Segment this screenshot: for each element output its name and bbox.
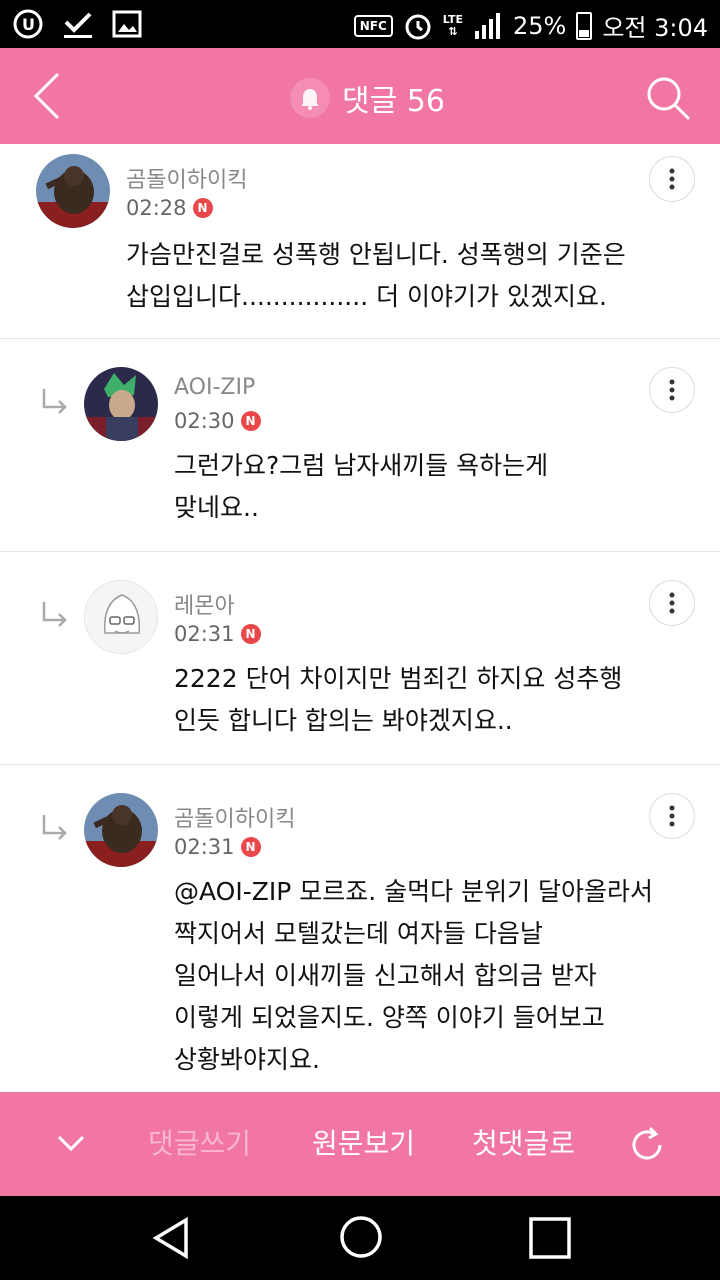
time-text: 02:31 (174, 835, 235, 859)
system-nav-bar (0, 1196, 720, 1280)
reply-arrow-icon (42, 815, 67, 840)
reply-arrow-icon (42, 389, 67, 414)
signal-icon (474, 12, 500, 39)
comment-time: 02:31 N (174, 622, 261, 646)
comment-time: 02:31 N (174, 835, 261, 859)
comment-item: AOI-ZIP 02:30 N 그런가요?그럼 남자새끼들 욕하는게 맞네요.. (0, 339, 720, 552)
status-bar: U NFC LTE ⇅ 25% 오전 3:04 (0, 0, 720, 48)
avatar[interactable] (84, 580, 158, 654)
comment-item: 곰돌이하이킥 02:28 N 가슴만진걸로 성폭행 안됩니다. 성폭행의 기준은… (0, 144, 720, 339)
comment-line: 짝지어서 모텔갔는데 여자들 다음날 (174, 919, 543, 948)
comment-line: @AOI-ZIP 모르죠. 술먹다 분위기 달아올라서 (174, 877, 654, 906)
comment-author[interactable]: 곰돌이하이킥 (126, 162, 247, 194)
more-vert-icon (669, 592, 675, 614)
back-nav-icon[interactable] (150, 1216, 192, 1260)
comment-author[interactable]: 곰돌이하이킥 (174, 801, 295, 833)
back-arrow-icon[interactable] (28, 70, 68, 122)
comment-body: 2222 단어 차이지만 범죄긴 하지요 성추행 인듯 합니다 합의는 봐야겠지… (174, 658, 622, 742)
app-bar: 댓글 56 (0, 48, 720, 144)
comment-line: 2222 단어 차이지만 범죄긴 하지요 성추행 (174, 664, 623, 693)
new-badge: N (192, 198, 213, 218)
image-icon (112, 10, 142, 38)
time-text: 02:30 (174, 409, 235, 433)
comment-body: @AOI-ZIP 모르죠. 술먹다 분위기 달아올라서 짝지어서 모텔갔는데 여… (174, 871, 653, 1081)
comment-line: 인듯 합니다 합의는 봐야겠지요.. (174, 706, 513, 735)
battery-percent: 25% (512, 11, 567, 40)
comment-body: 가슴만진걸로 성폭행 안됩니다. 성폭행의 기준은 삽입입니다.........… (126, 234, 626, 318)
battery-icon (576, 11, 593, 40)
bell-icon[interactable] (290, 78, 330, 118)
clock: 오전 3:04 (602, 14, 708, 42)
comment-line: 그런가요?그럼 남자새끼들 욕하는게 (174, 451, 549, 480)
comment-line: 일어나서 이새끼들 신고해서 합의금 받자 (174, 961, 597, 990)
time-text: 02:31 (174, 622, 235, 646)
more-options-button[interactable] (649, 793, 695, 839)
nfc-icon: NFC (353, 14, 393, 37)
comment-line: 맞네요.. (174, 493, 259, 522)
comment-author[interactable]: AOI-ZIP (174, 375, 255, 400)
comment-author[interactable]: 레몬아 (174, 588, 235, 620)
view-original-button[interactable]: 원문보기 (312, 1122, 415, 1162)
bottom-action-bar: 댓글쓰기 원문보기 첫댓글로 (0, 1092, 720, 1196)
uplus-icon: U (13, 9, 43, 39)
refresh-icon[interactable] (626, 1124, 668, 1166)
lte-icon: LTE ⇅ (442, 12, 463, 38)
more-options-button[interactable] (649, 156, 695, 202)
more-options-button[interactable] (649, 580, 695, 626)
recents-nav-icon[interactable] (528, 1216, 572, 1260)
new-badge: N (240, 411, 261, 431)
more-options-button[interactable] (649, 367, 695, 413)
more-vert-icon (669, 168, 675, 190)
reply-arrow-icon (42, 602, 67, 627)
more-vert-icon (669, 805, 675, 827)
alarm-icon (405, 14, 431, 39)
comment-time: 02:28 N (126, 196, 213, 220)
comment-time: 02:30 N (174, 409, 261, 433)
avatar[interactable] (84, 793, 158, 867)
home-nav-icon[interactable] (338, 1214, 384, 1260)
avatar[interactable] (36, 154, 110, 228)
chevron-down-icon[interactable] (56, 1132, 86, 1154)
comment-line: 삽입입니다................ 더 이야기가 있겠지요. (126, 282, 607, 311)
first-comment-button[interactable]: 첫댓글로 (472, 1122, 575, 1162)
comment-item: 곰돌이하이킥 02:31 N @AOI-ZIP 모르죠. 술먹다 분위기 달아올… (0, 765, 720, 1092)
comment-item: 레몬아 02:31 N 2222 단어 차이지만 범죄긴 하지요 성추행 인듯 … (0, 552, 720, 765)
search-icon[interactable] (644, 74, 692, 122)
new-badge: N (240, 837, 261, 857)
svg-text:U: U (22, 15, 35, 34)
comment-line: 상황봐야지요. (174, 1045, 320, 1074)
avatar[interactable] (84, 367, 158, 441)
comment-body: 그런가요?그럼 남자새끼들 욕하는게 맞네요.. (174, 445, 548, 529)
download-done-icon (64, 12, 92, 38)
page-title: 댓글 56 (342, 84, 445, 119)
comment-line: 이렇게 되었을지도. 양쪽 이야기 들어보고 (174, 1003, 605, 1032)
time-text: 02:28 (126, 196, 187, 220)
more-vert-icon (669, 379, 675, 401)
new-badge: N (240, 624, 261, 644)
comment-list: 곰돌이하이킥 02:28 N 가슴만진걸로 성폭행 안됩니다. 성폭행의 기준은… (0, 144, 720, 1092)
write-comment-button[interactable]: 댓글쓰기 (148, 1122, 251, 1162)
comment-line: 가슴만진걸로 성폭행 안됩니다. 성폭행의 기준은 (126, 240, 626, 269)
